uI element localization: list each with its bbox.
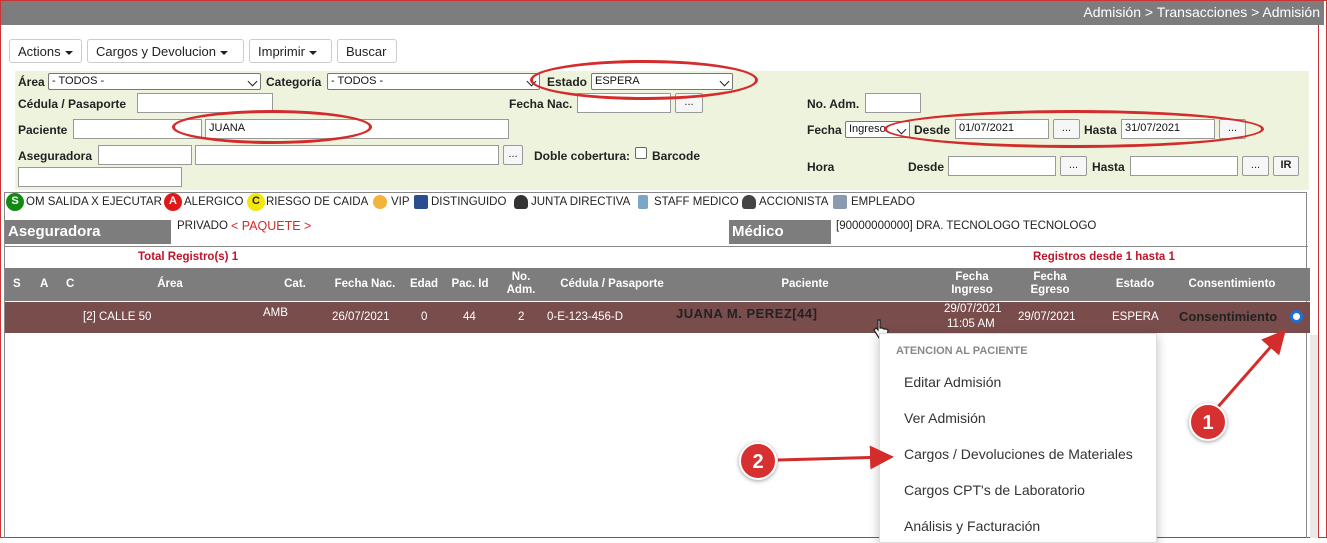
arrow-1 (1215, 329, 1286, 409)
arrow-2 (777, 445, 894, 470)
annotation-badge-1: 1 (1189, 403, 1227, 441)
annotation-badge-2: 2 (739, 442, 777, 480)
annotation-arrows (777, 329, 1286, 470)
